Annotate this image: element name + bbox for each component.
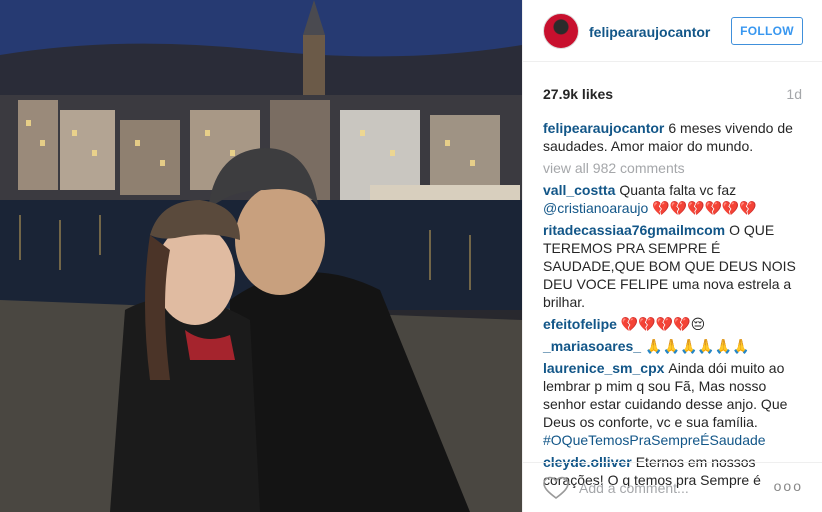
heart-icon[interactable] — [543, 476, 569, 500]
comment-username[interactable]: _mariasoares_ — [543, 338, 641, 354]
comment-item: _mariasoares_ 🙏🙏🙏🙏🙏🙏 — [543, 337, 805, 355]
instagram-post: felipearaujocantor FOLLOW 27.9k likes 1d… — [0, 0, 822, 512]
comment-text: 🙏🙏🙏🙏🙏🙏 — [645, 338, 750, 354]
avatar[interactable] — [543, 13, 579, 49]
caption: felipearaujocantor 6 meses vivendo de sau… — [543, 119, 805, 155]
comment-username[interactable]: ritadecassiaa76gmailmcom — [543, 222, 725, 238]
add-comment-input[interactable]: Add a comment... — [579, 480, 689, 496]
post-header: felipearaujocantor FOLLOW — [523, 0, 822, 62]
comment-text: 💔💔💔💔😔 — [620, 316, 706, 332]
photo-illustration — [0, 0, 522, 512]
comment-username[interactable]: laurenice_sm_cpx — [543, 360, 664, 376]
comment-item: laurenice_sm_cpx Ainda dói muito ao lembr… — [543, 359, 805, 449]
comment-hashtag[interactable]: #OQueTemosPraSempreÉSaudade — [543, 432, 766, 448]
comment-footer: Add a comment... ooo — [523, 462, 822, 512]
follow-button[interactable]: FOLLOW — [731, 17, 803, 45]
comment-suffix: 💔💔💔💔💔💔 — [648, 200, 757, 216]
comment-username[interactable]: efeitofelipe — [543, 316, 617, 332]
more-options-icon[interactable]: ooo — [774, 478, 803, 494]
post-sidebar: felipearaujocantor FOLLOW 27.9k likes 1d… — [522, 0, 822, 512]
comment-username[interactable]: vall_costta — [543, 182, 615, 198]
likes-count[interactable]: 27.9k likes — [543, 86, 613, 102]
header-username[interactable]: felipearaujocantor — [589, 24, 710, 40]
view-all-comments-link[interactable]: view all 982 comments — [543, 159, 805, 177]
comment-mention[interactable]: @cristianoaraujo — [543, 200, 648, 216]
post-age[interactable]: 1d — [786, 86, 802, 102]
caption-username[interactable]: felipearaujocantor — [543, 120, 664, 136]
comments-list: felipearaujocantor 6 meses vivendo de sau… — [543, 119, 805, 493]
post-photo[interactable] — [0, 0, 522, 512]
comment-item: ritadecassiaa76gmailmcom O QUE TEREMOS PR… — [543, 221, 805, 311]
comment-text: Quanta falta vc faz — [619, 182, 737, 198]
comment-item: vall_costta Quanta falta vc faz @cristiano… — [543, 181, 805, 217]
comment-item: efeitofelipe 💔💔💔💔😔 — [543, 315, 805, 333]
